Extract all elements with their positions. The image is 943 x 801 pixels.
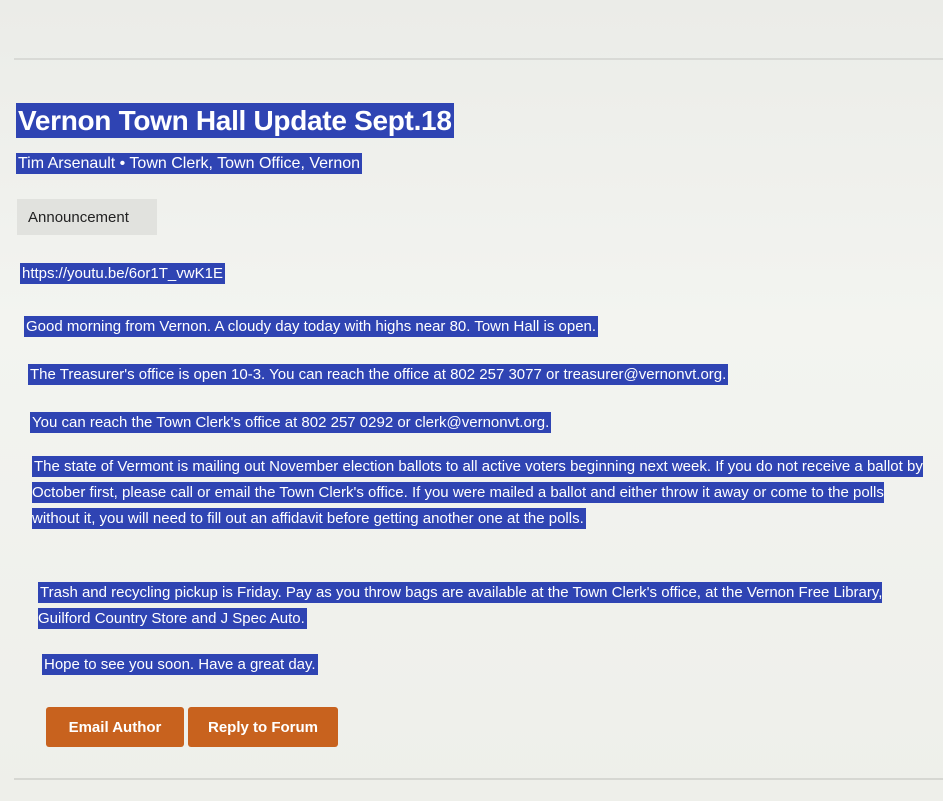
paragraph-2-text: The Treasurer's office is open 10-3. You… [28, 364, 729, 385]
paragraph-1: Good morning from Vernon. A cloudy day t… [24, 314, 599, 340]
paragraph-4: The state of Vermont is mailing out Nove… [32, 454, 928, 532]
paragraph-3-text: You can reach the Town Clerk's office at… [30, 412, 552, 433]
paragraph-6: Hope to see you soon. Have a great day. [42, 652, 318, 678]
video-link[interactable]: https://youtu.be/6or1T_vwK1E [20, 263, 225, 284]
bottom-divider [14, 778, 943, 780]
post-author-text[interactable]: Tim Arsenault • Town Clerk, Town Office,… [16, 153, 363, 174]
paragraph-2: The Treasurer's office is open 10-3. You… [28, 362, 729, 388]
paragraph-5-text: Trash and recycling pickup is Friday. Pa… [38, 582, 883, 629]
category-tag[interactable]: Announcement [17, 199, 157, 235]
reply-to-forum-button[interactable]: Reply to Forum [188, 707, 338, 747]
paragraph-1-text: Good morning from Vernon. A cloudy day t… [24, 316, 599, 337]
post-title-text: Vernon Town Hall Update Sept.18 [16, 103, 454, 138]
paragraph-3: You can reach the Town Clerk's office at… [30, 410, 552, 436]
category-tag-label: Announcement [28, 208, 129, 226]
forum-post: Vernon Town Hall Update Sept.18 Tim Arse… [0, 0, 943, 801]
post-title: Vernon Town Hall Update Sept.18 [16, 103, 454, 138]
post-author-line: Tim Arsenault • Town Clerk, Town Office,… [16, 153, 363, 175]
paragraph-4-text: The state of Vermont is mailing out Nove… [32, 456, 923, 529]
email-author-button[interactable]: Email Author [46, 707, 184, 747]
paragraph-6-text: Hope to see you soon. Have a great day. [42, 654, 318, 675]
video-link-line: https://youtu.be/6or1T_vwK1E [20, 261, 225, 287]
paragraph-5: Trash and recycling pickup is Friday. Pa… [38, 580, 913, 632]
